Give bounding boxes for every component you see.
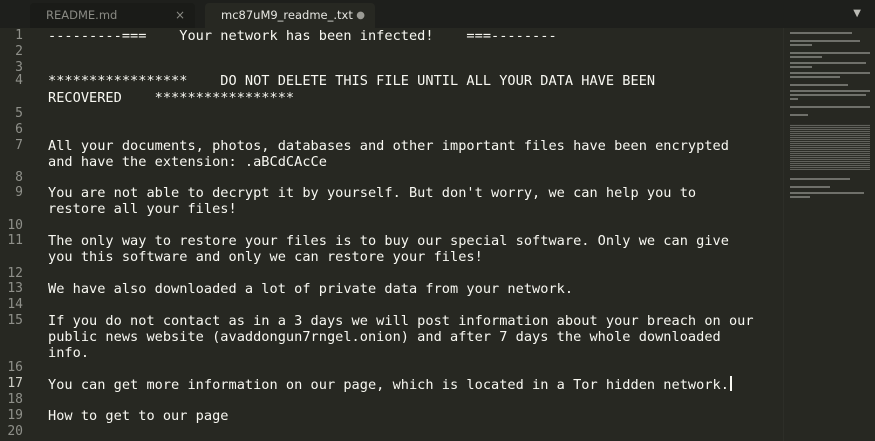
tab-mc87um9-readme[interactable]: mc87uM9_readme_.txt ● — [205, 3, 375, 28]
tab-readme[interactable]: README.md × — [30, 3, 195, 28]
minimap-line — [790, 114, 808, 116]
minimap-line — [790, 56, 822, 58]
code-line-wrap: you this software and only we can restor… — [48, 249, 483, 265]
line-number: 10 — [7, 218, 23, 233]
minimap-line — [790, 98, 798, 100]
line-number: 2 — [15, 44, 23, 59]
line-number: 8 — [15, 170, 23, 185]
line-number: 18 — [7, 392, 23, 407]
editor-text-area[interactable]: ---------=== Your network has been infec… — [48, 28, 783, 441]
minimap-line — [790, 84, 848, 86]
code-line: The only way to restore your files is to… — [48, 233, 729, 249]
code-line-text: You can get more information on our page… — [48, 377, 729, 393]
code-line: How to get to our page — [48, 408, 229, 424]
code-line-wrap: restore all your files! — [48, 201, 237, 217]
line-number: 20 — [7, 424, 23, 439]
line-number: 5 — [15, 106, 23, 121]
minimap-line — [790, 72, 870, 74]
line-number: 4 — [15, 73, 23, 88]
tab-label: mc87uM9_readme_.txt — [221, 8, 353, 22]
code-line-wrap: info. — [48, 345, 90, 361]
minimap-line — [790, 94, 866, 96]
line-number-current: 17 — [7, 376, 23, 391]
code-line: All your documents, photos, databases an… — [48, 138, 729, 154]
line-number: 1 — [15, 28, 23, 43]
minimap-line — [790, 52, 870, 54]
minimap-line — [790, 178, 850, 180]
code-line-current: You can get more information on our page… — [48, 376, 732, 393]
minimap-encoded-block — [790, 124, 870, 170]
code-line: You are not able to decrypt it by yourse… — [48, 185, 697, 201]
minimap-line — [790, 76, 840, 78]
line-number: 6 — [15, 122, 23, 137]
minimap[interactable] — [783, 28, 875, 441]
minimap-line — [790, 192, 864, 194]
code-line: ---------=== Your network has been infec… — [48, 28, 557, 44]
line-number: 13 — [7, 281, 23, 296]
code-line-wrap: RECOVERED ***************** — [48, 90, 295, 106]
minimap-line — [790, 106, 870, 108]
minimap-line — [790, 196, 810, 198]
minimap-line — [790, 186, 830, 188]
line-number: 11 — [7, 233, 23, 248]
code-line-wrap: and have the extension: .aBCdCAcCe — [48, 154, 327, 170]
code-line: ***************** DO NOT DELETE THIS FIL… — [48, 73, 656, 89]
line-number: 9 — [15, 185, 23, 200]
minimap-line — [790, 62, 866, 64]
code-line: We have also downloaded a lot of private… — [48, 281, 574, 297]
line-number: 12 — [7, 266, 23, 281]
minimap-line — [790, 32, 852, 34]
line-number: 15 — [7, 313, 23, 328]
line-number: 16 — [7, 360, 23, 375]
code-line: If you do not contact as in a 3 days we … — [48, 313, 754, 329]
tab-bar: README.md × mc87uM9_readme_.txt ● ▼ — [0, 0, 875, 28]
minimap-line — [790, 66, 812, 68]
minimap-line — [790, 40, 860, 42]
unsaved-dot-icon[interactable]: ● — [356, 3, 365, 28]
line-number: 14 — [7, 297, 23, 312]
chevron-down-icon[interactable]: ▼ — [853, 8, 861, 19]
line-number-gutter: 1 2 3 4 5 6 7 8 9 10 11 12 13 14 15 16 1… — [0, 28, 40, 441]
minimap-line — [790, 90, 870, 92]
line-number: 7 — [15, 138, 23, 153]
close-icon[interactable]: × — [175, 3, 185, 28]
text-cursor — [729, 376, 732, 391]
minimap-line — [790, 44, 812, 46]
tab-label: README.md — [46, 8, 118, 22]
line-number: 19 — [7, 408, 23, 423]
code-line-wrap: public news website (avaddongun7rngel.on… — [48, 329, 721, 345]
